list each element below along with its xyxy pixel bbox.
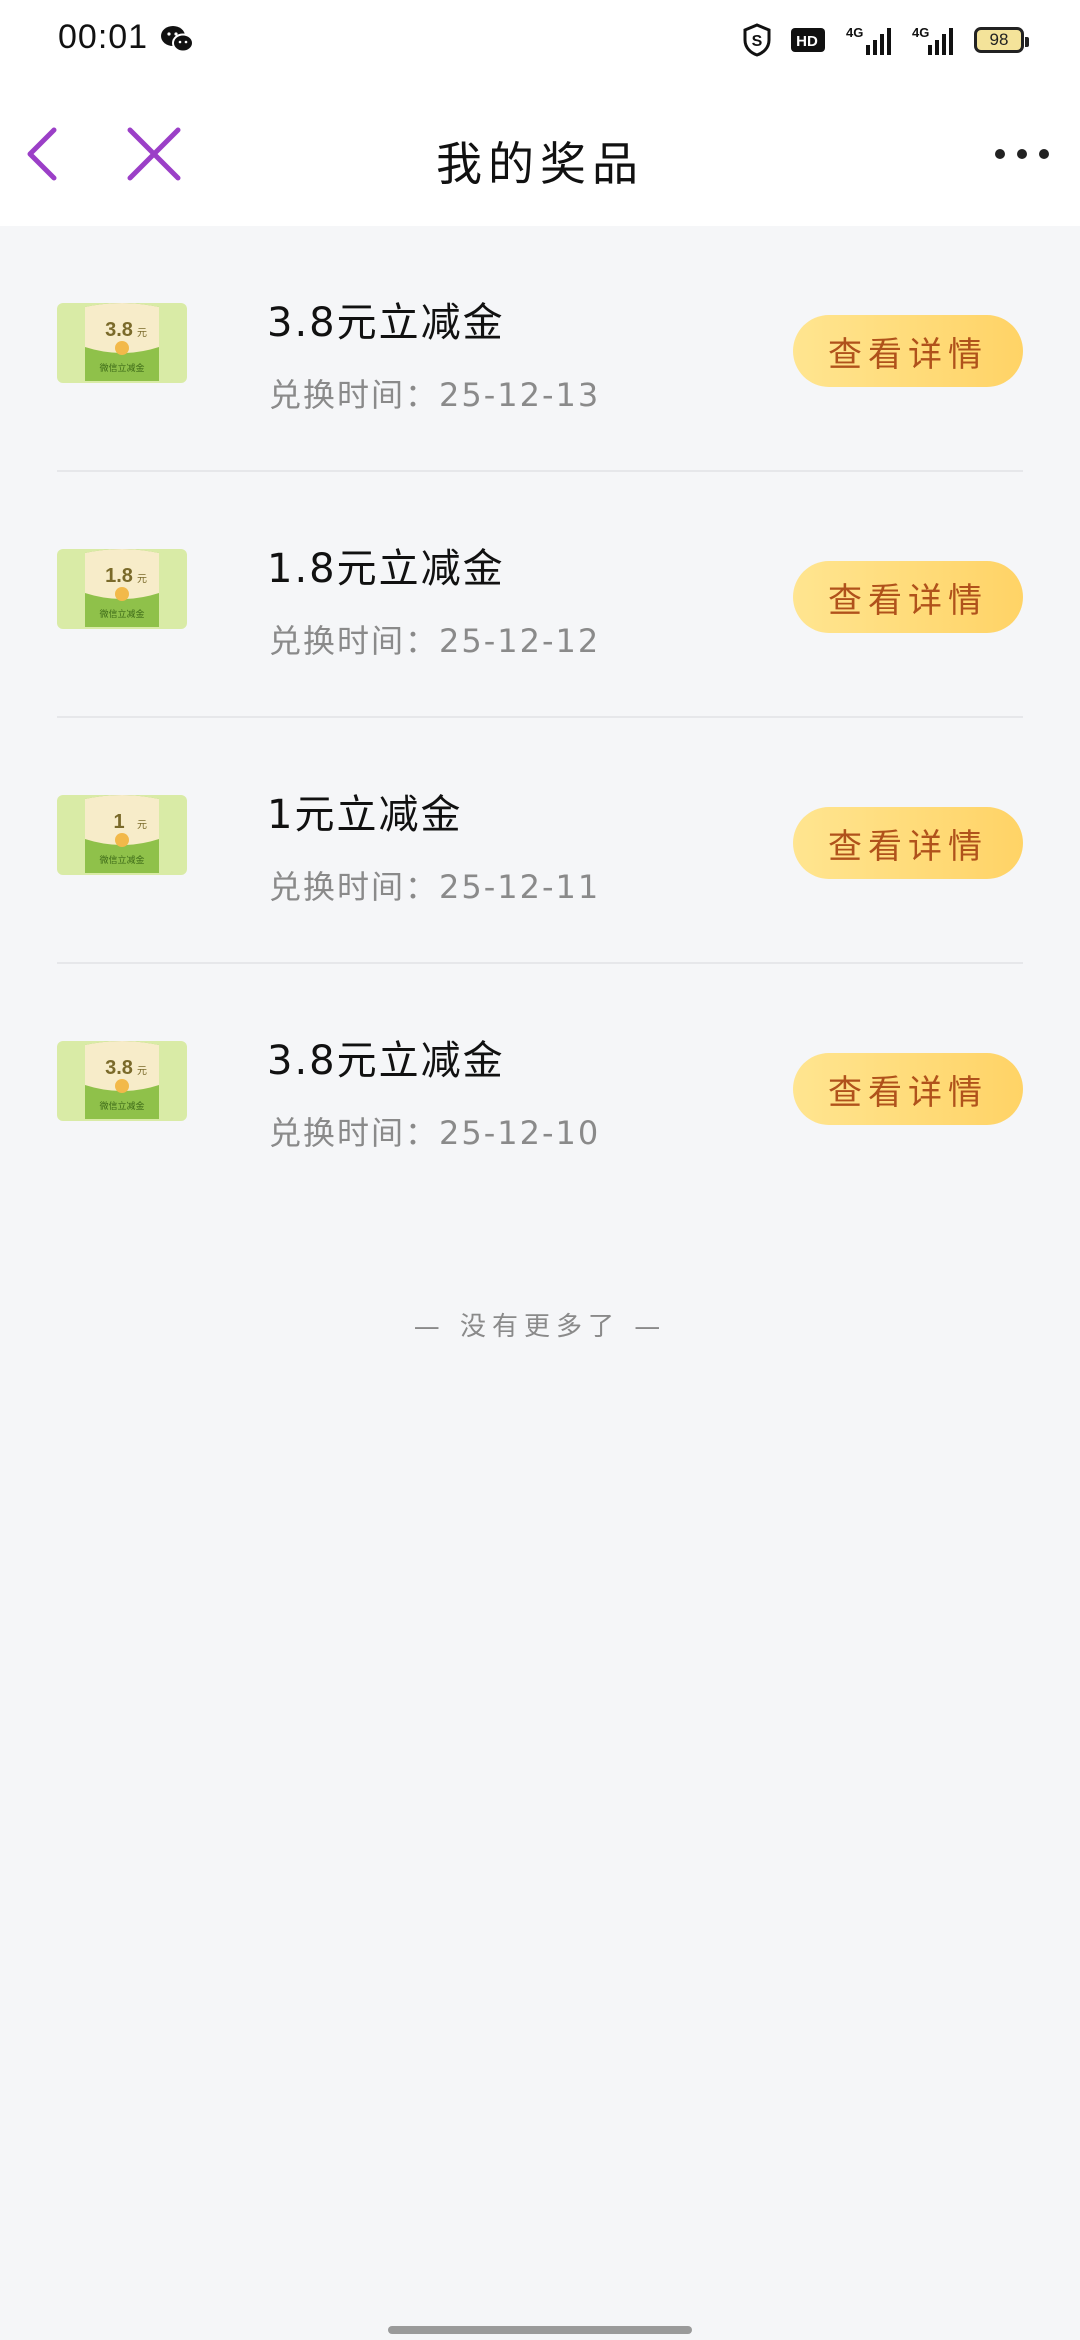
redeem-time: 兑换时间：25-12-10 [269,1114,601,1152]
svg-text:微信立减金: 微信立减金 [99,362,144,374]
svg-text:HD: HD [796,33,818,50]
svg-text:微信立减金: 微信立减金 [99,608,144,620]
view-details-button[interactable]: 查看详情 [793,1053,1023,1125]
svg-text:微信立减金: 微信立减金 [99,854,144,866]
redeem-time: 兑换时间：25-12-13 [269,376,601,414]
signal-1-icon: 4G [846,25,891,55]
nav-bar: 我的奖品 [0,80,1080,226]
signal-2-icon: 4G [912,25,953,55]
list-item: 1 元 微信立减金 1元立减金 兑换时间：25-12-11 查看详情 [57,718,1023,964]
svg-text:4G: 4G [846,25,863,40]
coupon-thumbnail: 3.8 元 微信立减金 [57,303,187,383]
hd-icon: HD [791,28,825,52]
page-title: 我的奖品 [436,137,644,191]
battery-icon: 98 [974,27,1029,53]
status-time: 00:01 [58,18,149,56]
prize-list: 3.8 元 微信立减金 3.8元立减金 兑换时间：25-12-13 查看详情 1… [0,226,1080,1210]
svg-text:元: 元 [137,328,147,339]
svg-text:元: 元 [137,574,147,585]
svg-text:微信立减金: 微信立减金 [99,1100,144,1112]
redeem-time: 兑换时间：25-12-11 [269,868,601,906]
view-details-button[interactable]: 查看详情 [793,807,1023,879]
home-indicator[interactable] [388,2326,692,2334]
more-options-icon[interactable] [994,144,1050,164]
view-details-button[interactable]: 查看详情 [793,561,1023,633]
list-item: 1.8 元 微信立减金 1.8元立减金 兑换时间：25-12-12 查看详情 [57,472,1023,718]
list-item: 3.8 元 微信立减金 3.8元立减金 兑换时间：25-12-13 查看详情 [57,226,1023,472]
status-icons: S HD 4G 4G 98 [742,20,1029,60]
status-bar: 00:01 S HD 4G 4G 98 [0,0,1080,80]
list-item: 3.8 元 微信立减金 3.8元立减金 兑换时间：25-12-10 查看详情 [57,964,1023,1210]
no-more-text: — 没有更多了 — [413,1312,667,1342]
wechat-icon [161,26,194,53]
svg-text:1: 1 [113,811,124,833]
coupon-thumbnail: 1 元 微信立减金 [57,795,187,875]
svg-text:元: 元 [137,820,147,831]
prize-title: 3.8元立减金 [267,300,505,346]
battery-level: 98 [989,30,1009,49]
view-details-button[interactable]: 查看详情 [793,315,1023,387]
svg-text:3.8: 3.8 [105,1057,133,1079]
redeem-time: 兑换时间：25-12-12 [269,622,601,660]
shield-s-icon: S [743,23,771,57]
prize-title: 1.8元立减金 [267,546,505,592]
coupon-thumbnail: 1.8 元 微信立减金 [57,549,187,629]
svg-text:S: S [752,33,763,50]
svg-text:4G: 4G [912,25,929,40]
svg-text:元: 元 [137,1066,147,1077]
prize-title: 1元立减金 [267,792,463,838]
prize-title: 3.8元立减金 [267,1038,505,1084]
svg-text:3.8: 3.8 [105,319,133,341]
svg-text:1.8: 1.8 [105,565,133,587]
coupon-thumbnail: 3.8 元 微信立减金 [57,1041,187,1121]
